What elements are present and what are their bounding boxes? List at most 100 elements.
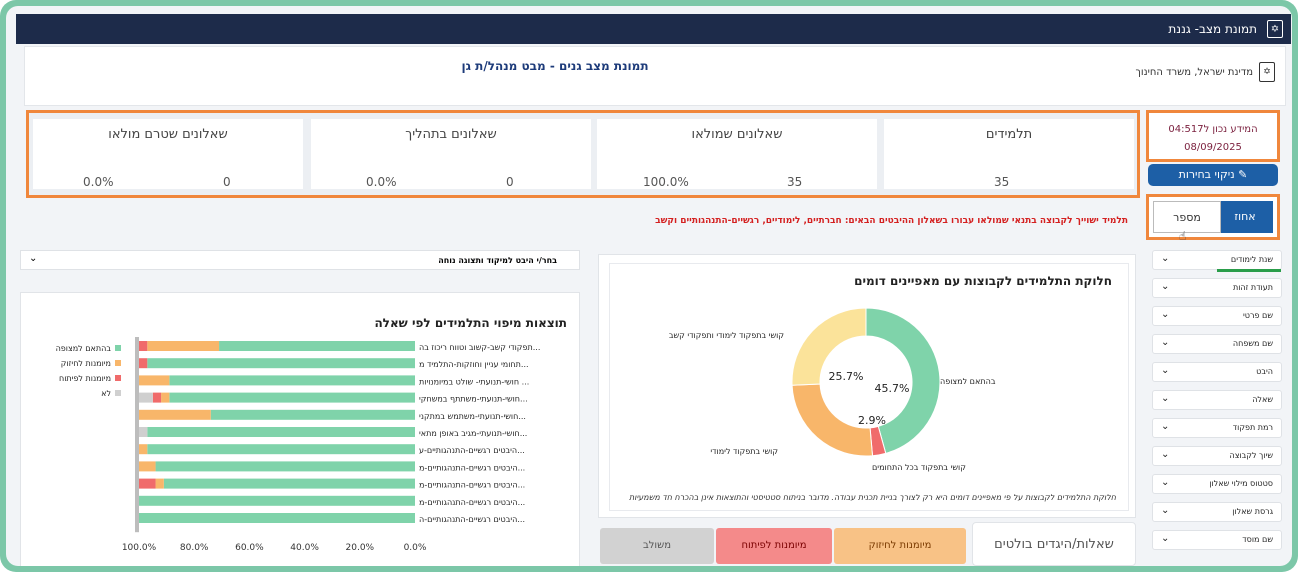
filter-dropdown[interactable]: שיוך לקבוצה ⌄: [1152, 446, 1282, 466]
legend-label: מיומנות לחיזוק: [61, 359, 111, 368]
bar-category-label: היבטים רגשיים-התנהגותיים-מ...: [419, 463, 525, 472]
bar-category-label: היבטים רגשיים-התנהגותיים-ה...: [419, 515, 525, 524]
slice-name-label: קושי בתפקוד לימודי: [710, 447, 778, 456]
combined-button[interactable]: משולב: [600, 528, 714, 564]
stat-percent: 100.0%: [643, 175, 689, 189]
bar-segment: [169, 392, 415, 403]
ministry-name: מדינת ישראל, משרד החינוך: [1135, 66, 1254, 78]
active-filter-underline: [1217, 269, 1281, 272]
app-window: תמונת מצב- גננת ✡ תמונת מצב גנים - מבט מ…: [6, 6, 1292, 566]
slice-percent-label: 25.7%: [829, 370, 864, 383]
bar-segment: [139, 341, 148, 351]
bar-category-label: תפקודי קשב-קשוב וטווח ריכוז בה...: [419, 343, 540, 352]
slice-name-label: קושי בתפקוד לימודי ותפקודי קשב: [669, 331, 784, 340]
bar-category-label: היבטים רגשיים-התנהגותיים-ע...: [419, 446, 525, 455]
legend-swatch: [115, 375, 121, 381]
donut-chart-panel: חלוקת התלמידים לקבוצות עם מאפיינים דומים…: [598, 254, 1136, 518]
filter-label: שם מוסד: [1242, 535, 1273, 544]
filter-dropdown[interactable]: שאלה ⌄: [1152, 390, 1282, 410]
filter-dropdown[interactable]: היבט ⌄: [1152, 362, 1282, 382]
skill-develop-button[interactable]: מיומנות לפיתוח: [716, 528, 832, 564]
x-tick-label: 80.0%: [180, 543, 209, 553]
slice-percent-label: 2.9%: [858, 414, 886, 427]
eraser-icon: ✎: [1238, 168, 1248, 181]
chevron-down-icon: ⌄: [1161, 309, 1170, 320]
stat-completed: שאלונים שמולאו 35 100.0%: [597, 119, 877, 189]
filter-dropdown[interactable]: שם מוסד ⌄: [1152, 530, 1282, 550]
percent-toggle-button[interactable]: אחוז: [1217, 201, 1273, 233]
bar-segment: [139, 427, 148, 437]
menorah-emblem-icon: ✡: [1267, 20, 1283, 38]
slice-name-label: בהתאם למצופה: [940, 377, 996, 386]
hand-cursor-icon: ☝: [1179, 229, 1187, 243]
chevron-down-icon: ⌄: [1161, 337, 1170, 348]
filter-label: שנת לימודים: [1230, 255, 1273, 264]
bar-segment: [147, 358, 415, 369]
bar-segment: [219, 341, 415, 351]
bar-segment: [139, 444, 148, 455]
focus-aspect-select[interactable]: בחר/י היבט למיקוד ותצוגה נוחה ⌄: [20, 250, 580, 270]
legend-swatch: [115, 390, 121, 396]
x-tick-label: 40.0%: [290, 543, 319, 553]
stat-label: שאלונים בתהליך: [405, 127, 497, 142]
clear-button-label: ניקוי בחירות: [1178, 168, 1235, 181]
stat-percent: 0.0%: [366, 175, 397, 189]
filter-dropdown[interactable]: גרסת שאלון ⌄: [1152, 502, 1282, 522]
clear-selections-button[interactable]: ניקוי בחירות ✎: [1148, 164, 1278, 186]
filter-dropdown[interactable]: רמת תפקוד ⌄: [1152, 418, 1282, 438]
stat-not-filled: שאלונים שטרם מולאו 0 0.0%: [33, 119, 303, 189]
bar-segment: [139, 461, 156, 472]
bar-segment: [161, 392, 170, 403]
stat-label: שאלונים שמולאו: [691, 127, 783, 142]
chevron-down-icon: ⌄: [1161, 421, 1170, 432]
donut-chart-card: חלוקת התלמידים לקבוצות עם מאפיינים דומים…: [609, 263, 1129, 511]
slice-percent-label: 45.7%: [875, 382, 910, 395]
stat-percent: 0.0%: [83, 175, 114, 189]
topbar-title: תמונת מצב- גננת: [1168, 22, 1257, 36]
filter-dropdown[interactable]: תעודת זהות ⌄: [1152, 278, 1282, 298]
bar-category-label: היבטים רגשיים-התנהגותיים-מ...: [419, 481, 525, 490]
filter-label: שאלה: [1252, 395, 1273, 404]
bar-category-label: חושי-תנועתי- שולט במיומנויות ...: [419, 377, 529, 386]
x-tick-label: 60.0%: [235, 543, 264, 553]
filter-label: רמת תפקוד: [1232, 423, 1273, 432]
filter-label: תעודת זהות: [1232, 283, 1273, 292]
filter-dropdown[interactable]: שם פרטי ⌄: [1152, 306, 1282, 326]
stat-label: תלמידים: [985, 127, 1033, 142]
x-tick-label: 0.0%: [404, 543, 427, 553]
legend-swatch: [115, 360, 121, 366]
legend-label: לא: [101, 389, 111, 398]
filter-label: היבט: [1256, 367, 1273, 376]
bar-segment: [139, 513, 415, 523]
chevron-down-icon: ⌄: [29, 253, 38, 264]
stats-panel: תלמידים 35 שאלונים שמולאו 35 100.0% שאלו…: [26, 110, 1140, 198]
filter-dropdown[interactable]: סטטוס מילוי שאלון ⌄: [1152, 474, 1282, 494]
stat-value: 0: [223, 175, 231, 189]
prominent-questions-box: שאלות/היגדים בולטים: [972, 522, 1136, 566]
skill-strengthen-button[interactable]: מיומנות לחיזוק: [834, 528, 966, 564]
bar-category-label: תחומי עניין וחוזקות-התלמיד מ...: [419, 360, 529, 369]
bar-segment: [139, 375, 170, 386]
ministry-emblem-icon: ✡: [1259, 62, 1275, 82]
bar-segment: [155, 461, 415, 472]
filter-dropdown[interactable]: שנת לימודים ⌄: [1152, 250, 1282, 272]
app-frame: תמונת מצב- גננת ✡ תמונת מצב גנים - מבט מ…: [0, 0, 1298, 572]
bar-segment: [139, 478, 156, 489]
filter-dropdown[interactable]: שם משפחה ⌄: [1152, 334, 1282, 354]
number-toggle-button[interactable]: מספר: [1153, 201, 1221, 233]
stat-value: 35: [787, 175, 803, 189]
focus-select-label: בחר/י היבט למיקוד ותצוגה נוחה: [438, 256, 557, 265]
chevron-down-icon: ⌄: [1161, 365, 1170, 376]
bar-segment: [169, 375, 415, 386]
bar-segment: [147, 427, 415, 437]
filter-label: גרסת שאלון: [1232, 507, 1273, 516]
data-timestamp-box: המידע נכון ל04:517 08/09/2025: [1146, 110, 1280, 162]
bar-segment: [163, 478, 415, 489]
bar-category-label: היבטים רגשיים-התנהגותיים-מ...: [419, 498, 525, 507]
top-bar: תמונת מצב- גננת ✡: [16, 14, 1291, 44]
stat-value: 0: [506, 175, 514, 189]
legend-label: בהתאם למצופה: [56, 344, 112, 353]
bar-category-label: חושי-תנועתי-מגיב באופן מתאי...: [419, 429, 527, 438]
bar-category-label: חושי-תנועתי-משתתף במשחקי...: [419, 395, 528, 404]
timestamp-date: 08/09/2025: [1184, 142, 1242, 153]
